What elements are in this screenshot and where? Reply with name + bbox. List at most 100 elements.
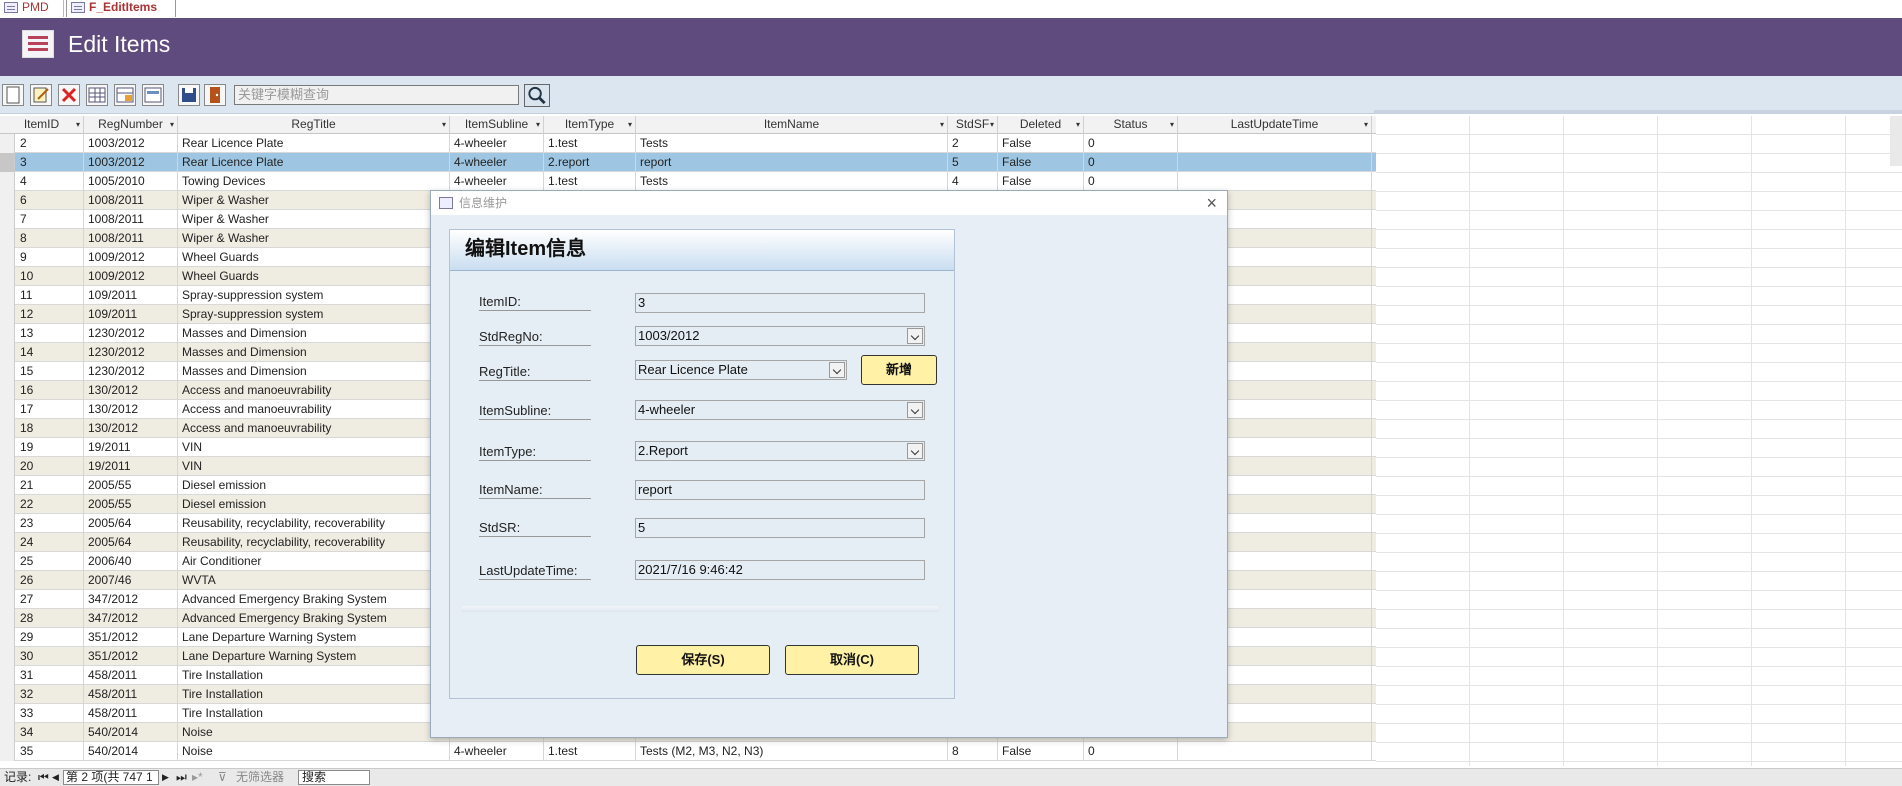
cell-itemid[interactable]: 22 (16, 495, 84, 514)
cell-itemid[interactable]: 32 (16, 685, 84, 704)
cell-itemtype[interactable]: 1.test (544, 742, 636, 761)
record-selector[interactable] (0, 685, 15, 704)
cell-stdsf[interactable]: 8 (948, 742, 998, 761)
cell-regnumber[interactable]: 2005/55 (84, 476, 178, 495)
table-row[interactable]: 4 1005/2010 Towing Devices 4-wheeler 1.test T… (0, 172, 1376, 191)
cell-regnumber[interactable]: 458/2011 (84, 666, 178, 685)
chevron-down-icon[interactable] (907, 328, 923, 344)
record-selector[interactable] (0, 533, 15, 552)
chevron-down-icon[interactable] (907, 443, 923, 459)
cell-itemname[interactable]: Tests (M2, M3, N2, N3) (636, 742, 948, 761)
cell-regtitle[interactable]: Diesel emission (178, 495, 450, 514)
cell-lastupdatetime[interactable] (1178, 134, 1372, 153)
cell-itemname[interactable]: Tests (636, 172, 948, 191)
itemname-field[interactable]: report (635, 480, 925, 500)
cell-itemid[interactable]: 23 (16, 514, 84, 533)
cell-itemid[interactable]: 12 (16, 305, 84, 324)
cell-itemid[interactable]: 35 (16, 742, 84, 761)
cell-lastupdatetime[interactable] (1178, 153, 1372, 172)
column-header-itemsubline[interactable]: ItemSubline ▾ (450, 116, 544, 134)
itemtype-combobox[interactable]: 2.Report (635, 441, 925, 461)
cell-regnumber[interactable]: 109/2011 (84, 286, 178, 305)
record-selector[interactable] (0, 514, 15, 533)
cell-status[interactable]: 0 (1084, 134, 1178, 153)
cell-regnumber[interactable]: 347/2012 (84, 609, 178, 628)
cell-regtitle[interactable]: Access and manoeuvrability (178, 381, 450, 400)
tab-pmd[interactable]: PMD (0, 0, 64, 17)
cell-itemid[interactable]: 17 (16, 400, 84, 419)
column-header-itemid[interactable]: ItemID ▾ (0, 116, 84, 134)
record-selector[interactable] (0, 666, 15, 685)
cell-itemid[interactable]: 29 (16, 628, 84, 647)
cell-status[interactable]: 0 (1084, 153, 1178, 172)
cell-deleted[interactable]: False (998, 742, 1084, 761)
cell-itemid[interactable]: 24 (16, 533, 84, 552)
record-selector[interactable] (0, 324, 15, 343)
cell-lastupdatetime[interactable] (1178, 172, 1372, 191)
cell-lastupdatetime[interactable] (1178, 742, 1372, 761)
cell-itemid[interactable]: 8 (16, 229, 84, 248)
record-selector[interactable] (0, 286, 15, 305)
edit-record-icon[interactable] (30, 84, 52, 106)
cell-regnumber[interactable]: 109/2011 (84, 305, 178, 324)
cell-regtitle[interactable]: Tire Installation (178, 704, 450, 723)
stdregno-combobox[interactable]: 1003/2012 (635, 326, 925, 346)
chevron-down-icon[interactable] (829, 362, 845, 378)
cell-regnumber[interactable]: 1009/2012 (84, 267, 178, 286)
record-selector[interactable] (0, 419, 15, 438)
column-header-itemtype[interactable]: ItemType ▾ (544, 116, 636, 134)
cell-regtitle[interactable]: Wiper & Washer (178, 191, 450, 210)
column-header-lastupdatetime[interactable]: LastUpdateTime ▾ (1178, 116, 1372, 134)
cell-stdsf[interactable]: 5 (948, 153, 998, 172)
cell-regnumber[interactable]: 458/2011 (84, 704, 178, 723)
cell-regtitle[interactable]: Lane Departure Warning System (178, 647, 450, 666)
cell-regtitle[interactable]: Diesel emission (178, 476, 450, 495)
cell-deleted[interactable]: False (998, 134, 1084, 153)
last-record-button[interactable]: ⏭ (176, 769, 187, 786)
record-selector[interactable] (0, 495, 15, 514)
record-selector[interactable] (0, 229, 15, 248)
cell-regtitle[interactable]: Advanced Emergency Braking System (178, 609, 450, 628)
cell-regtitle[interactable]: Air Conditioner (178, 552, 450, 571)
column-header-status[interactable]: Status ▾ (1084, 116, 1178, 134)
cell-itemid[interactable]: 33 (16, 704, 84, 723)
cell-itemid[interactable]: 20 (16, 457, 84, 476)
record-selector[interactable] (0, 742, 15, 761)
record-selector[interactable] (0, 267, 15, 286)
cell-itemsubline[interactable]: 4-wheeler (450, 172, 544, 191)
cell-itemid[interactable]: 26 (16, 571, 84, 590)
regtitle-combobox[interactable]: Rear Licence Plate (635, 360, 847, 380)
cell-regnumber[interactable]: 2005/55 (84, 495, 178, 514)
record-selector[interactable] (0, 381, 15, 400)
cell-itemsubline[interactable]: 4-wheeler (450, 742, 544, 761)
record-selector[interactable] (0, 362, 15, 381)
save-icon[interactable] (178, 84, 200, 106)
cell-status[interactable]: 0 (1084, 172, 1178, 191)
chevron-down-icon[interactable]: ▾ (940, 116, 944, 133)
cell-regtitle[interactable]: Lane Departure Warning System (178, 628, 450, 647)
cell-itemid[interactable]: 34 (16, 723, 84, 742)
first-record-button[interactable]: ⏮ (38, 769, 49, 786)
cell-regtitle[interactable]: Rear Licence Plate (178, 153, 450, 172)
cell-regnumber[interactable]: 1230/2012 (84, 343, 178, 362)
cell-itemid[interactable]: 10 (16, 267, 84, 286)
cell-itemid[interactable]: 14 (16, 343, 84, 362)
cell-itemid[interactable]: 28 (16, 609, 84, 628)
record-selector[interactable] (0, 191, 15, 210)
chevron-down-icon[interactable]: ▾ (1076, 116, 1080, 133)
record-selector[interactable] (0, 343, 15, 362)
tab-f-edititems[interactable]: F_EditItems (66, 0, 176, 17)
column-header-regnumber[interactable]: RegNumber ▾ (84, 116, 178, 134)
cell-regnumber[interactable]: 1008/2011 (84, 210, 178, 229)
cell-itemid[interactable]: 27 (16, 590, 84, 609)
cell-regtitle[interactable]: WVTA (178, 571, 450, 590)
status-search-input[interactable]: 搜索 (298, 770, 370, 785)
cell-regnumber[interactable]: 19/2011 (84, 457, 178, 476)
next-record-button[interactable]: ▶ (162, 769, 169, 786)
cell-deleted[interactable]: False (998, 172, 1084, 191)
record-selector[interactable] (0, 172, 15, 191)
cell-itemtype[interactable]: 2.report (544, 153, 636, 172)
no-filter-indicator[interactable]: 无筛选器 (236, 769, 284, 786)
cell-regtitle[interactable]: Access and manoeuvrability (178, 400, 450, 419)
cell-regnumber[interactable]: 1009/2012 (84, 248, 178, 267)
